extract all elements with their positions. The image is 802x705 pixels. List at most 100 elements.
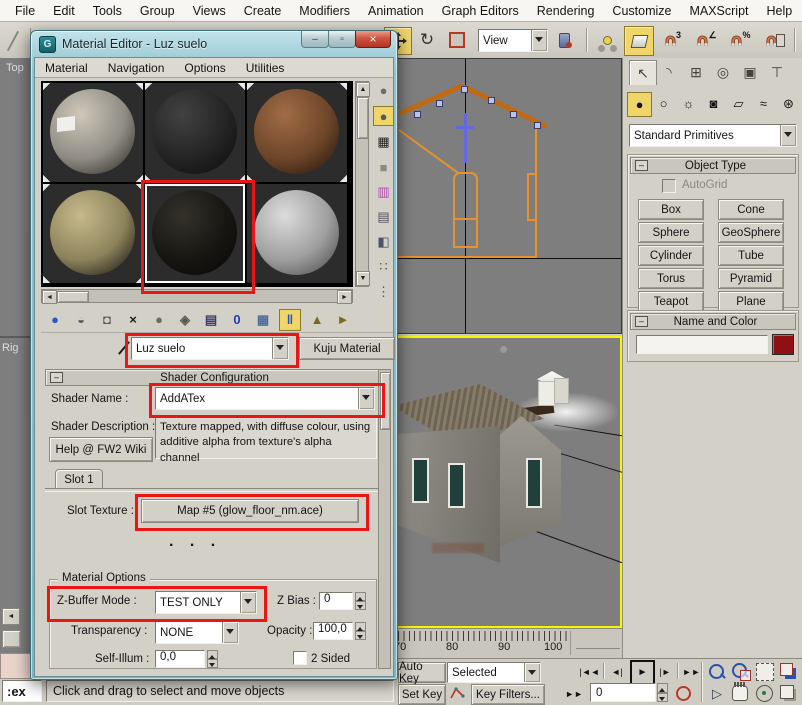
object-button-box[interactable]: Box	[638, 199, 704, 220]
chevron-down-icon[interactable]	[272, 338, 288, 359]
scroll-right-icon[interactable]: ►	[337, 290, 352, 304]
mated-menu-utilities[interactable]: Utilities	[236, 60, 295, 76]
play-button[interactable]: ►	[630, 660, 655, 685]
menu-maxscript[interactable]: MAXScript	[680, 2, 757, 20]
min-max-toggle-button[interactable]	[780, 685, 794, 699]
chevron-down-icon[interactable]	[531, 30, 547, 51]
self-illum-field[interactable]: 0,0	[155, 650, 205, 668]
chevron-down-icon[interactable]	[222, 622, 238, 643]
sample-type-icon[interactable]: ●	[374, 81, 393, 99]
video-color-check-icon[interactable]: ▥	[374, 183, 393, 201]
mated-menu-options[interactable]: Options	[174, 60, 235, 76]
snap-toggle-3-button[interactable]: 3	[658, 27, 686, 53]
pan-hand-button[interactable]	[732, 685, 748, 701]
new-key-tangent-button[interactable]	[447, 684, 468, 703]
arc-rotate-button[interactable]	[756, 685, 773, 702]
make-material-copy-icon[interactable]: ●	[149, 310, 169, 330]
selection-set-dropdown[interactable]: Selected	[447, 662, 541, 683]
zbias-spinner[interactable]	[355, 592, 366, 610]
object-type-header[interactable]: – Object Type	[630, 157, 796, 174]
vertex-dot[interactable]	[414, 111, 421, 118]
helper-cube-side[interactable]	[554, 378, 569, 404]
scroll-thumb[interactable]	[357, 97, 369, 139]
sample-slot-3[interactable]	[247, 83, 347, 182]
key-mode-toggle-button[interactable]: ►►	[563, 684, 585, 703]
shader-name-dropdown[interactable]: AddATex	[155, 387, 375, 410]
lights-icon[interactable]: ☼	[677, 92, 700, 115]
help-fw2-wiki-button[interactable]: Help @ FW2 Wiki	[49, 437, 153, 462]
object-button-cone[interactable]: Cone	[718, 199, 784, 220]
zoom-all-button[interactable]	[731, 662, 751, 682]
zbuffer-mode-dropdown[interactable]: TEST ONLY	[155, 591, 257, 614]
listener-icon[interactable]	[2, 630, 21, 648]
close-button[interactable]: ×	[355, 31, 391, 48]
vertex-dot[interactable]	[436, 100, 443, 107]
object-button-geosphere[interactable]: GeoSphere	[718, 222, 784, 243]
chevron-down-icon[interactable]	[780, 125, 796, 146]
material-type-button[interactable]: Kuju Material	[299, 337, 395, 360]
previous-frame-button[interactable]: ◄|	[607, 662, 627, 681]
viewport-left-strip[interactable]: Top Rig ◄	[0, 58, 32, 658]
slots-horizontal-scrollbar[interactable]: ◄ ►	[41, 289, 353, 303]
menu-views[interactable]: Views	[184, 2, 235, 20]
field-of-view-button[interactable]: ▷	[707, 684, 727, 704]
geometry-icon[interactable]: ●	[627, 92, 652, 117]
spinner-snap-button[interactable]	[760, 27, 788, 53]
assign-material-to-selection-icon[interactable]: ◘	[97, 310, 117, 330]
time-configuration-button[interactable]	[674, 684, 693, 702]
scroll-down-icon[interactable]: ▼	[356, 271, 370, 286]
go-to-start-button[interactable]: |◄◄	[578, 662, 601, 681]
motion-tab[interactable]: ◎	[710, 60, 736, 84]
menu-graph-editors[interactable]: Graph Editors	[433, 2, 528, 20]
slots-vertical-scrollbar[interactable]: ▲ ▼	[355, 81, 369, 287]
helpers-icon[interactable]: ▱	[727, 92, 750, 115]
material-name-dropdown[interactable]: Luz suelo	[131, 337, 289, 360]
set-key-button[interactable]: Set Key	[398, 684, 446, 705]
menu-rendering[interactable]: Rendering	[528, 2, 604, 20]
scroll-up-icon[interactable]: ▲	[356, 82, 370, 97]
minimize-button[interactable]: –	[301, 31, 329, 48]
sample-slot-4[interactable]	[43, 184, 143, 283]
zoom-extents-all-button[interactable]	[780, 663, 793, 676]
menu-tools[interactable]: Tools	[84, 2, 131, 20]
scroll-thumb[interactable]	[57, 291, 89, 303]
display-tab[interactable]: ▣	[737, 60, 763, 84]
key-filters-button[interactable]: Key Filters...	[471, 684, 545, 705]
opacity-field[interactable]: 100,0	[313, 622, 353, 640]
go-to-parent-icon[interactable]: ▲	[307, 310, 327, 330]
go-forward-to-sibling-icon[interactable]: ►	[333, 310, 353, 330]
sample-slot-5[interactable]	[145, 184, 245, 283]
maximize-button[interactable]: ▫	[328, 31, 356, 48]
vertex-dot[interactable]	[510, 111, 517, 118]
select-by-material-icon[interactable]: ∷	[374, 258, 393, 276]
menu-modifiers[interactable]: Modifiers	[290, 2, 359, 20]
get-material-icon[interactable]: ●	[45, 310, 65, 330]
backlight-icon[interactable]: ●	[373, 106, 394, 126]
scroll-left-button[interactable]: ◄	[2, 608, 20, 625]
show-map-in-viewport-icon[interactable]: ▦	[253, 310, 273, 330]
menu-group[interactable]: Group	[131, 2, 184, 20]
mated-menu-material[interactable]: Material	[35, 60, 98, 76]
two-sided-checkbox[interactable]	[293, 651, 307, 665]
create-tab[interactable]: ↖	[629, 60, 657, 85]
chevron-down-icon[interactable]	[240, 592, 256, 613]
sample-slot-6[interactable]	[247, 184, 347, 283]
snaps-toggle-button[interactable]	[624, 26, 654, 56]
sample-uv-tiling-icon[interactable]: ■	[374, 158, 393, 176]
object-name-input[interactable]	[636, 335, 768, 354]
shader-configuration-header[interactable]: – Shader Configuration	[45, 369, 379, 386]
chevron-down-icon[interactable]	[358, 388, 374, 409]
current-frame-field[interactable]: 0	[590, 683, 656, 702]
object-button-tube[interactable]: Tube	[718, 245, 784, 266]
vertex-dot[interactable]	[461, 86, 468, 93]
auto-key-button[interactable]: Auto Key	[398, 662, 446, 683]
object-button-teapot[interactable]: Teapot	[638, 291, 704, 312]
collapse-icon[interactable]: –	[635, 316, 648, 327]
vertex-dot[interactable]	[534, 122, 541, 129]
menu-customize[interactable]: Customize	[603, 2, 680, 20]
menu-animation[interactable]: Animation	[359, 2, 433, 20]
use-pivot-point-center-button[interactable]	[552, 27, 578, 53]
slot-texture-button[interactable]: Map #5 (glow_floor_nm.ace)	[141, 499, 359, 523]
chevron-down-icon[interactable]	[524, 663, 540, 682]
percent-snap-button[interactable]: %	[726, 27, 754, 53]
